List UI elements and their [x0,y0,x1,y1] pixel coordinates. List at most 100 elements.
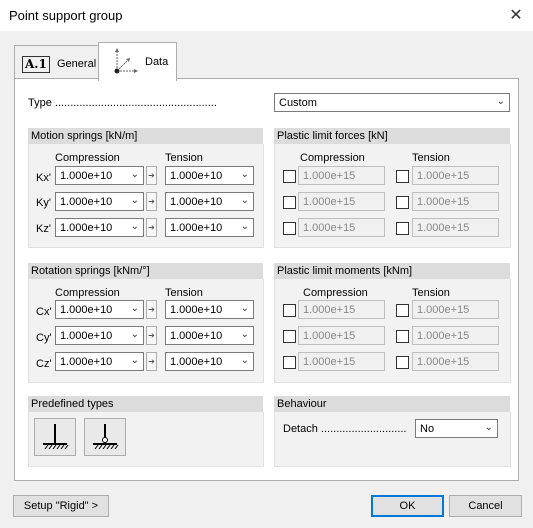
moments-x-tension-field[interactable]: 1.000e+15 [412,300,499,319]
cx-copy-arrow-button[interactable]: ➔ [146,300,157,319]
forces-x-tension-value: 1.000e+15 [417,170,470,182]
arrow-right-icon: ➔ [148,171,155,180]
close-button[interactable]: ✕ [502,4,530,28]
close-icon: ✕ [509,7,523,24]
cz-tension-value: 1.000e+10 [170,356,223,368]
moments-y-compression-value: 1.000e+15 [303,330,356,342]
detach-select[interactable]: No ⌄ [415,419,498,438]
setup-rigid-button[interactable]: Setup "Rigid" > [13,495,109,517]
chevron-down-icon: ⌄ [130,169,139,180]
forces-tension-header: Tension [412,152,450,164]
arrow-right-icon: ➔ [148,305,155,314]
moments-y-tension-checkbox[interactable] [396,330,409,343]
pinned-support-button[interactable] [84,418,126,456]
plastic-moments-header: Plastic limit moments [kNm] [274,263,510,279]
cz-label: Cz' [36,358,52,370]
rotation-tension-header: Tension [165,287,203,299]
cy-label: Cy' [36,332,52,344]
forces-y-compression-value: 1.000e+15 [303,196,356,208]
kz-tension-select[interactable]: 1.000e+10 ⌄ [165,218,254,237]
chevron-down-icon: ⌄ [240,329,249,340]
type-select[interactable]: Custom ⌄ [274,93,510,112]
arrow-right-icon: ➔ [148,331,155,340]
moments-z-tension-checkbox[interactable] [396,356,409,369]
kx-compression-select[interactable]: 1.000e+10 ⌄ [55,166,144,185]
chevron-down-icon: ⌄ [484,422,493,433]
chevron-down-icon: ⌄ [240,221,249,232]
kx-copy-arrow-button[interactable]: ➔ [146,166,157,185]
cy-copy-arrow-button[interactable]: ➔ [146,326,157,345]
ky-compression-select[interactable]: 1.000e+10 ⌄ [55,192,144,211]
cz-copy-arrow-button[interactable]: ➔ [146,352,157,371]
chevron-down-icon: ⌄ [130,329,139,340]
fixed-support-button[interactable] [34,418,76,456]
axes-icon [114,48,138,74]
cz-tension-select[interactable]: 1.000e+10 ⌄ [165,352,254,371]
forces-y-compression-field[interactable]: 1.000e+15 [298,192,385,211]
cancel-button[interactable]: Cancel [449,495,522,517]
kz-copy-arrow-button[interactable]: ➔ [146,218,157,237]
cz-compression-value: 1.000e+10 [60,356,113,368]
arrow-right-icon: ➔ [148,197,155,206]
ok-button[interactable]: OK [371,495,444,517]
moments-z-compression-field[interactable]: 1.000e+15 [298,352,385,371]
cy-tension-select[interactable]: 1.000e+10 ⌄ [165,326,254,345]
tab-data[interactable]: Data [98,42,177,81]
forces-z-compression-value: 1.000e+15 [303,222,356,234]
chevron-down-icon: ⌄ [240,195,249,206]
moments-z-compression-checkbox[interactable] [283,356,296,369]
kx-tension-select[interactable]: 1.000e+10 ⌄ [165,166,254,185]
fixed-support-icon [43,424,69,450]
moments-compression-header: Compression [303,287,368,299]
cx-compression-select[interactable]: 1.000e+10 ⌄ [55,300,144,319]
behaviour-header: Behaviour [274,396,510,412]
tab-general[interactable]: A.1 General [14,45,100,80]
forces-z-tension-value: 1.000e+15 [417,222,470,234]
forces-x-compression-checkbox[interactable] [283,170,296,183]
ky-tension-value: 1.000e+10 [170,196,223,208]
forces-compression-header: Compression [300,152,365,164]
motion-compression-header: Compression [55,152,120,164]
kz-compression-select[interactable]: 1.000e+10 ⌄ [55,218,144,237]
forces-x-compression-field[interactable]: 1.000e+15 [298,166,385,185]
cx-label: Cx' [36,306,52,318]
moments-x-compression-field[interactable]: 1.000e+15 [298,300,385,319]
cx-tension-select[interactable]: 1.000e+10 ⌄ [165,300,254,319]
forces-z-compression-checkbox[interactable] [283,222,296,235]
moments-x-compression-checkbox[interactable] [283,304,296,317]
title-bar: Point support group ✕ [0,0,533,31]
moments-y-tension-field[interactable]: 1.000e+15 [412,326,499,345]
forces-y-tension-field[interactable]: 1.000e+15 [412,192,499,211]
forces-x-tension-checkbox[interactable] [396,170,409,183]
arrow-right-icon: ➔ [148,357,155,366]
ky-copy-arrow-button[interactable]: ➔ [146,192,157,211]
pinned-support-icon [93,424,119,450]
forces-z-compression-field[interactable]: 1.000e+15 [298,218,385,237]
rotation-compression-header: Compression [55,287,120,299]
chevron-down-icon: ⌄ [130,221,139,232]
moments-x-tension-checkbox[interactable] [396,304,409,317]
forces-z-tension-field[interactable]: 1.000e+15 [412,218,499,237]
kz-tension-value: 1.000e+10 [170,222,223,234]
moments-x-compression-value: 1.000e+15 [303,304,356,316]
ky-label: Ky' [36,197,51,209]
moments-z-tension-field[interactable]: 1.000e+15 [412,352,499,371]
forces-x-tension-field[interactable]: 1.000e+15 [412,166,499,185]
forces-z-tension-checkbox[interactable] [396,222,409,235]
detach-label: Detach ............................ [283,423,407,435]
cz-compression-select[interactable]: 1.000e+10 ⌄ [55,352,144,371]
moments-z-compression-value: 1.000e+15 [303,356,356,368]
chevron-down-icon: ⌄ [130,195,139,206]
type-label: Type ...................................… [28,97,217,109]
moments-tension-header: Tension [412,287,450,299]
rotation-springs-header: Rotation springs [kNm/°] [28,263,263,279]
moments-y-compression-checkbox[interactable] [283,330,296,343]
chevron-down-icon: ⌄ [130,355,139,366]
chevron-down-icon: ⌄ [496,96,505,107]
forces-y-tension-checkbox[interactable] [396,196,409,209]
moments-y-compression-field[interactable]: 1.000e+15 [298,326,385,345]
ky-tension-select[interactable]: 1.000e+10 ⌄ [165,192,254,211]
cy-compression-select[interactable]: 1.000e+10 ⌄ [55,326,144,345]
forces-y-compression-checkbox[interactable] [283,196,296,209]
kx-compression-value: 1.000e+10 [60,170,113,182]
